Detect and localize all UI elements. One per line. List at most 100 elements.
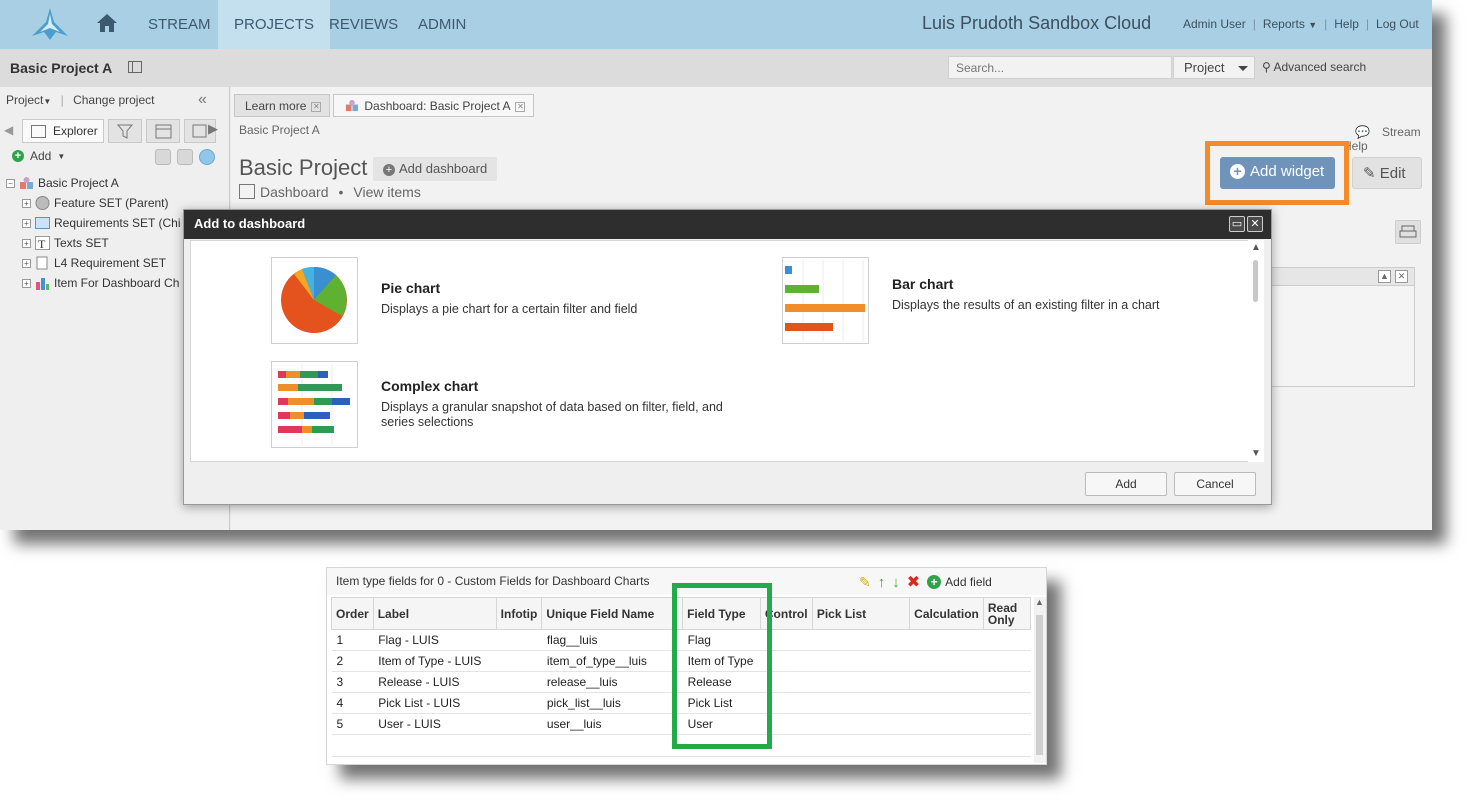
project-menu[interactable]: Project▼: [6, 93, 51, 107]
expand-node-icon[interactable]: +: [22, 238, 31, 248]
complex-chart-option[interactable]: Complex chart Displays a granular snapsh…: [271, 361, 723, 451]
project-bar: Basic Project A Project ⚲ Advanced searc…: [0, 49, 1432, 87]
panel-toggle-icon[interactable]: [128, 61, 142, 73]
table-scrollbar[interactable]: ▲: [1034, 597, 1046, 763]
collapse-node-icon[interactable]: −: [6, 178, 15, 188]
tree-node-dashboard-items[interactable]: + Item For Dashboard Ch: [22, 273, 181, 293]
option-title: Bar chart: [892, 276, 954, 292]
tab-filters[interactable]: [108, 119, 142, 143]
project-tree: − Basic Project A + Feature SET (Parent)…: [6, 173, 181, 293]
edit-icon[interactable]: ✎: [859, 574, 871, 591]
complex-chart-thumbnail: [271, 361, 358, 448]
pie-chart-option[interactable]: Pie chart Displays a pie chart for a cer…: [271, 257, 691, 347]
help-link[interactable]: Help: [1334, 17, 1359, 31]
expand-node-icon[interactable]: +: [22, 198, 31, 208]
cell-label: Item of Type - LUIS: [373, 650, 497, 672]
bar-chart-option[interactable]: Bar chart Displays the results of an exi…: [782, 257, 1222, 347]
nav-admin[interactable]: ADMIN: [402, 0, 482, 49]
nav-stream[interactable]: STREAM: [132, 0, 227, 49]
expand-node-icon[interactable]: +: [22, 258, 31, 268]
scroll-thumb[interactable]: [1036, 615, 1043, 755]
tab-explorer-label: Explorer: [53, 124, 98, 138]
add-widget-label: Add widget: [1250, 163, 1325, 180]
admin-user-link[interactable]: Admin User: [1183, 17, 1246, 31]
cell-order: 4: [331, 692, 374, 714]
add-field-button[interactable]: + Add field: [927, 575, 992, 589]
svg-text:T: T: [38, 237, 46, 250]
column-header-unique-field-name[interactable]: Unique Field Name: [541, 597, 684, 630]
fields-title: Item type fields for 0 - Custom Fields f…: [336, 574, 650, 588]
breadcrumb[interactable]: Basic Project A: [239, 123, 320, 137]
cell-unique-name: pick_list__luis: [541, 692, 683, 714]
scroll-up-icon[interactable]: ▲: [1251, 242, 1261, 253]
reports-menu[interactable]: Reports ▼: [1263, 17, 1317, 31]
delete-icon[interactable]: ✖: [907, 572, 920, 592]
tree-node-l4-requirement-set[interactable]: + L4 Requirement SET: [22, 253, 181, 273]
column-header-order[interactable]: Order: [331, 597, 374, 630]
expand-node-icon[interactable]: +: [22, 278, 31, 288]
close-icon[interactable]: ✕: [1395, 270, 1408, 283]
cell-unique-name: release__luis: [541, 671, 683, 693]
change-project-link[interactable]: Change project: [73, 93, 154, 107]
dialog-scrollbar[interactable]: ▲ ▼: [1248, 240, 1264, 462]
sync-icon[interactable]: [177, 149, 193, 165]
close-icon[interactable]: ✕: [515, 102, 526, 112]
close-icon[interactable]: ✕: [311, 102, 322, 112]
column-header-read-only[interactable]: Read Only: [982, 597, 1032, 630]
dialog-title: Add to dashboard: [194, 216, 306, 231]
document-tabs: Learn more ✕ Dashboard: Basic Project A ✕: [231, 93, 535, 117]
scroll-down-icon[interactable]: ▼: [1251, 448, 1261, 459]
close-icon[interactable]: ✕: [1247, 216, 1263, 232]
tab-calendar[interactable]: [146, 119, 180, 143]
app-logo-icon[interactable]: [30, 6, 70, 42]
cell-unique-name: user__luis: [541, 713, 683, 735]
tab-explorer[interactable]: Explorer: [22, 119, 104, 143]
tree-node-feature-set[interactable]: + Feature SET (Parent): [22, 193, 181, 213]
add-dashboard-button[interactable]: + Add dashboard: [373, 157, 498, 181]
collapse-icon[interactable]: ▲: [1378, 270, 1391, 283]
move-down-icon[interactable]: ↓: [892, 574, 900, 591]
search-input[interactable]: [948, 56, 1172, 79]
expand-node-icon[interactable]: +: [22, 218, 31, 228]
stream-link[interactable]: 💬 Stream: [1343, 125, 1421, 139]
tab-learn-more[interactable]: Learn more ✕: [234, 94, 331, 117]
pie-chart-thumbnail: [271, 257, 358, 344]
cell-infotip: [496, 650, 542, 672]
logout-link[interactable]: Log Out: [1376, 17, 1419, 31]
explorer-tabs: Explorer: [0, 119, 230, 143]
tab-dashboard[interactable]: Dashboard: Basic Project A ✕: [333, 94, 535, 117]
scroll-thumb[interactable]: [1253, 260, 1258, 302]
add-widget-button[interactable]: + Add widget: [1220, 157, 1335, 189]
column-header-pick-list[interactable]: Pick List: [811, 597, 911, 630]
tree-node-texts-set[interactable]: + T Texts SET: [22, 233, 181, 253]
cancel-button[interactable]: Cancel: [1174, 472, 1256, 496]
cell-order: 3: [331, 671, 374, 693]
add-icon: +: [383, 164, 395, 176]
column-header-calculation[interactable]: Calculation: [909, 597, 984, 630]
tree-node-project[interactable]: − Basic Project A: [6, 173, 181, 193]
search-scope-select[interactable]: Project: [1173, 56, 1255, 79]
scroll-up-icon[interactable]: ▲: [1035, 597, 1044, 607]
edit-button[interactable]: ✎ Edit: [1352, 157, 1422, 189]
collapse-panel-icon[interactable]: «: [198, 91, 207, 109]
nav-reviews[interactable]: REVIEWS: [313, 0, 414, 49]
move-up-icon[interactable]: ↑: [878, 574, 886, 591]
maximize-icon[interactable]: ▭: [1229, 216, 1245, 232]
home-icon[interactable]: [96, 13, 118, 33]
info-icon[interactable]: [199, 149, 215, 165]
settings-icon[interactable]: [155, 149, 171, 165]
column-header-label[interactable]: Label: [372, 597, 497, 630]
column-header-infotip[interactable]: Infotip: [495, 597, 543, 630]
bar-chart-thumbnail: [782, 257, 869, 344]
dashboard-link[interactable]: Dashboard: [239, 184, 329, 200]
add-item-menu[interactable]: + Add ▼: [12, 149, 65, 163]
tree-node-requirements-set[interactable]: + Requirements SET (Chi: [22, 213, 181, 233]
scroll-right-icon[interactable]: ▶: [208, 121, 218, 137]
advanced-search-link[interactable]: ⚲ Advanced search: [1262, 60, 1366, 74]
tab-label: Learn more: [245, 99, 307, 113]
print-button[interactable]: [1395, 220, 1421, 244]
view-items-link[interactable]: View items: [353, 184, 420, 200]
text-icon: T: [35, 236, 50, 250]
add-button[interactable]: Add: [1085, 472, 1167, 496]
document-icon: [36, 256, 48, 270]
